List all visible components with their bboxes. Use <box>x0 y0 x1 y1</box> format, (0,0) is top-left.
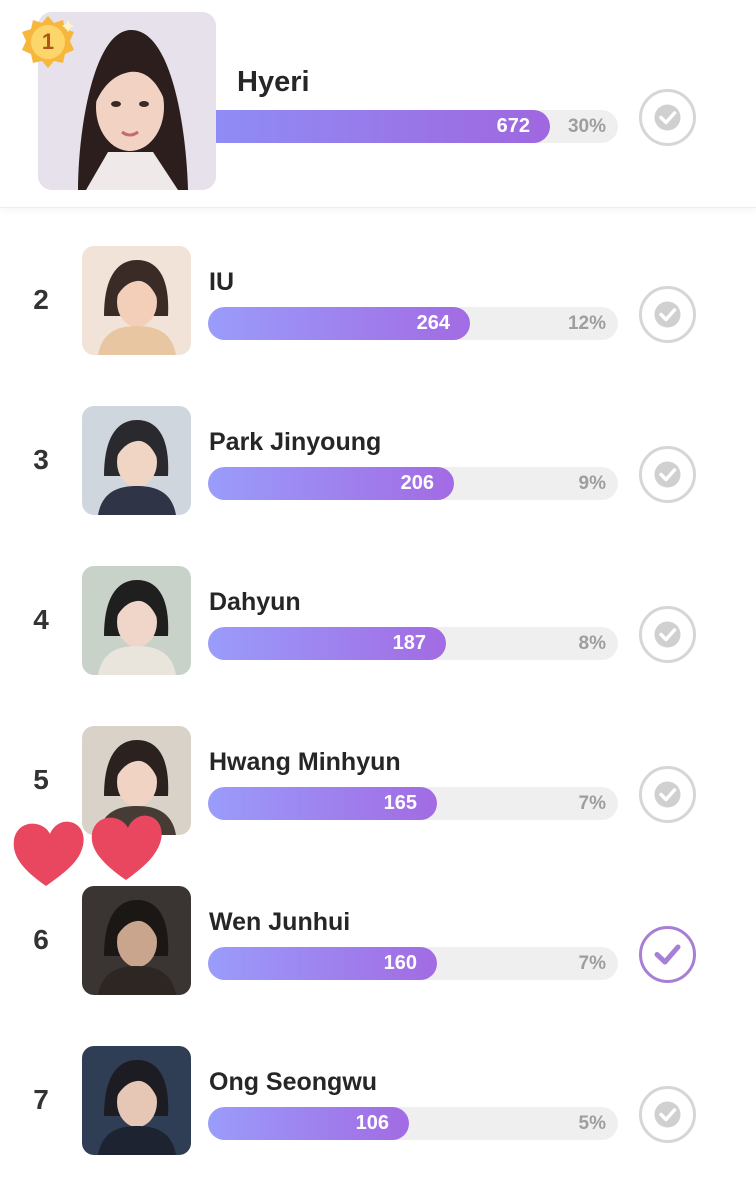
candidate-name: Dahyun <box>209 588 301 616</box>
vote-check-button[interactable] <box>638 765 697 824</box>
gold-medal-icon: 1 <box>20 14 76 70</box>
candidate-avatar <box>82 886 191 995</box>
check-circle-icon <box>639 89 696 146</box>
vote-bar: 672 30% <box>216 110 618 143</box>
vote-bar-fill: 672 <box>216 110 550 143</box>
candidate-name: Park Jinyoung <box>209 428 382 456</box>
vote-bar-fill: 264 <box>208 307 470 340</box>
top-ranked-entry[interactable]: 1 Hyeri 672 30% <box>0 0 756 208</box>
candidate-name: IU <box>209 268 234 296</box>
vote-check-button[interactable] <box>638 1085 697 1144</box>
rank-number: 2 <box>33 284 49 315</box>
vote-percent: 9% <box>578 473 606 494</box>
candidate-name: Hyeri <box>237 66 310 98</box>
vote-count: 187 <box>392 632 426 654</box>
vote-bar: 264 12% <box>208 307 618 340</box>
candidate-name: Ong Seongwu <box>209 1068 378 1096</box>
vote-percent: 12% <box>567 313 606 334</box>
check-circle-icon <box>639 446 696 503</box>
rank-number: 4 <box>33 604 49 635</box>
vote-bar-fill: 106 <box>208 1107 409 1140</box>
vote-count: 264 <box>416 312 450 334</box>
vote-bar: 165 7% <box>208 787 618 820</box>
check-circle-icon <box>639 766 696 823</box>
candidate-name: Hwang Minhyun <box>209 748 401 776</box>
vote-count: 672 <box>496 115 530 137</box>
vote-bar: 160 7% <box>208 947 618 980</box>
vote-bar-fill: 206 <box>208 467 454 500</box>
check-circle-icon <box>639 606 696 663</box>
check-circle-icon <box>639 286 696 343</box>
candidate-avatar <box>82 566 191 675</box>
vote-bar: 187 8% <box>208 627 618 660</box>
vote-percent: 7% <box>578 953 606 974</box>
candidate-row[interactable]: 4 Dahyun 187 8% <box>0 566 756 726</box>
vote-count: 206 <box>400 472 434 494</box>
vote-check-button[interactable] <box>638 925 697 984</box>
rank-number: 1 <box>41 29 55 54</box>
candidate-avatar <box>82 1046 191 1155</box>
vote-percent: 8% <box>578 633 606 654</box>
vote-count: 160 <box>383 952 417 974</box>
rank-number: 7 <box>33 1084 49 1115</box>
rank-number: 5 <box>33 764 49 795</box>
vote-bar-fill: 160 <box>208 947 437 980</box>
vote-check-button[interactable] <box>638 285 697 344</box>
vote-check-button[interactable] <box>638 605 697 664</box>
heart-icon <box>10 810 165 890</box>
vote-count: 165 <box>383 792 417 814</box>
candidate-row[interactable]: 2 IU 264 12% <box>0 246 756 406</box>
candidate-name: Wen Junhui <box>209 908 351 936</box>
rank-number: 3 <box>33 444 49 475</box>
candidate-row[interactable]: 7 Ong Seongwu 106 5% <box>0 1046 756 1200</box>
check-circle-icon <box>639 926 696 983</box>
vote-percent: 7% <box>578 793 606 814</box>
vote-check-button[interactable] <box>638 445 697 504</box>
vote-bar-fill: 165 <box>208 787 437 820</box>
check-circle-icon <box>639 1086 696 1143</box>
vote-check-button[interactable] <box>638 88 697 147</box>
vote-bar: 206 9% <box>208 467 618 500</box>
candidate-row[interactable]: 3 Park Jinyoung 206 9% <box>0 406 756 566</box>
candidate-avatar <box>82 246 191 355</box>
vote-percent: 5% <box>578 1113 606 1134</box>
vote-count: 106 <box>355 1112 389 1134</box>
rank-number: 6 <box>33 924 49 955</box>
vote-bar: 106 5% <box>208 1107 618 1140</box>
candidate-avatar <box>82 406 191 515</box>
vote-bar-fill: 187 <box>208 627 446 660</box>
candidate-row[interactable]: 6 Wen Junhui 160 7% <box>0 886 756 1046</box>
vote-ranking-page: 1 Hyeri 672 30% 2 IU 264 12% 3 Park Jinyoung 2… <box>0 0 756 1200</box>
vote-percent: 30% <box>567 116 606 137</box>
